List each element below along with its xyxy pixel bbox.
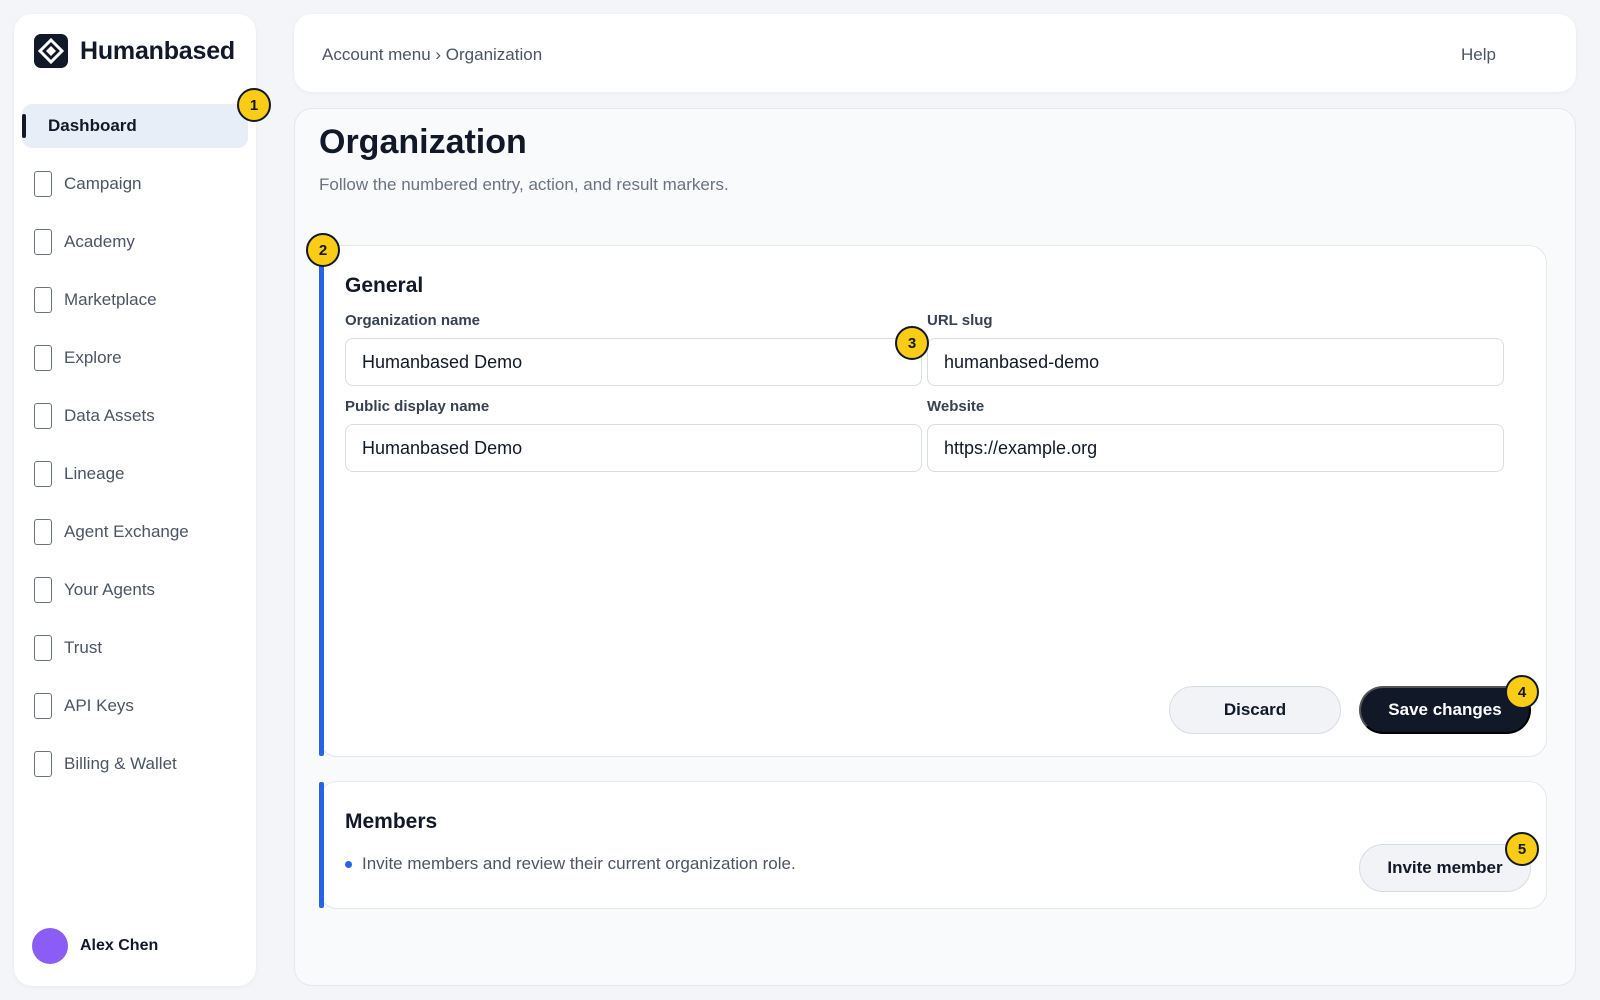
- user-profile[interactable]: Alex Chen: [32, 928, 158, 964]
- page-subtitle: Follow the numbered entry, action, and r…: [319, 175, 729, 194]
- page-icon: [34, 171, 52, 197]
- display-name-label: Public display name: [345, 398, 490, 415]
- bullet-icon: [345, 860, 352, 868]
- general-title: General: [345, 274, 424, 297]
- sidebar-item-label: Marketplace: [64, 290, 157, 309]
- page-icon: [34, 403, 52, 429]
- sidebar-item-your-agents[interactable]: Your Agents: [22, 568, 248, 612]
- user-name: Alex Chen: [80, 937, 159, 954]
- diamond-logo-icon: [34, 34, 68, 68]
- sidebar-item-academy[interactable]: Academy: [22, 220, 248, 264]
- step-marker-4: 4: [1505, 675, 1539, 709]
- members-description: Invite members and review their current …: [362, 854, 796, 873]
- brand[interactable]: Humanbased: [34, 34, 235, 68]
- avatar: [32, 928, 68, 964]
- sidebar-nav: Dashboard Campaign Academy Marketplace E…: [22, 104, 248, 800]
- members-card: Members Invite members and review their …: [319, 781, 1547, 909]
- sidebar-item-label: Your Agents: [64, 580, 156, 599]
- sidebar-item-lineage[interactable]: Lineage: [22, 452, 248, 496]
- sidebar-item-data-assets[interactable]: Data Assets: [22, 394, 248, 438]
- page-icon: [34, 635, 52, 661]
- sidebar-item-label: Data Assets: [64, 406, 155, 425]
- members-description-row: Invite members and review their current …: [345, 854, 796, 874]
- sidebar-item-label: Agent Exchange: [64, 522, 189, 541]
- brand-name: Humanbased: [80, 36, 235, 65]
- page-title: Organization: [319, 123, 527, 161]
- sidebar-item-label: Billing & Wallet: [64, 754, 177, 773]
- sidebar-item-label: Campaign: [64, 174, 142, 193]
- general-card: General Organization name Humanbased Dem…: [319, 245, 1547, 757]
- org-name-input[interactable]: Humanbased Demo: [345, 338, 922, 386]
- display-name-input[interactable]: Humanbased Demo: [345, 424, 922, 472]
- website-label: Website: [927, 398, 985, 415]
- sidebar-item-marketplace[interactable]: Marketplace: [22, 278, 248, 322]
- main-panel: Organization Follow the numbered entry, …: [294, 108, 1576, 986]
- help-link[interactable]: Help: [1461, 45, 1496, 65]
- sidebar-item-label: Trust: [64, 638, 103, 657]
- discard-button[interactable]: Discard: [1169, 686, 1341, 734]
- website-input[interactable]: https://example.org: [927, 424, 1504, 472]
- step-marker-2: 2: [306, 233, 340, 267]
- page-icon: [34, 751, 52, 777]
- card-accent-bar: [319, 782, 324, 908]
- step-marker-1: 1: [237, 88, 271, 122]
- sidebar-item-billing-wallet[interactable]: Billing & Wallet: [22, 742, 248, 786]
- sidebar: Humanbased Dashboard Campaign Academy Ma…: [14, 14, 256, 986]
- top-bar: Account menu › Organization Help: [294, 14, 1576, 92]
- page-icon: [34, 693, 52, 719]
- step-marker-5: 5: [1505, 832, 1539, 866]
- sidebar-item-label: Academy: [64, 232, 135, 251]
- sidebar-item-label: Dashboard: [48, 116, 137, 135]
- page-icon: [34, 519, 52, 545]
- sidebar-item-label: Explore: [64, 348, 122, 367]
- sidebar-item-agent-exchange[interactable]: Agent Exchange: [22, 510, 248, 554]
- sidebar-item-explore[interactable]: Explore: [22, 336, 248, 380]
- url-slug-label: URL slug: [927, 312, 993, 329]
- sidebar-item-label: Lineage: [64, 464, 125, 483]
- breadcrumb[interactable]: Account menu › Organization: [322, 45, 542, 65]
- url-slug-input[interactable]: humanbased-demo: [927, 338, 1504, 386]
- page-icon: [34, 287, 52, 313]
- sidebar-item-label: API Keys: [64, 696, 134, 715]
- sidebar-item-api-keys[interactable]: API Keys: [22, 684, 248, 728]
- sidebar-item-campaign[interactable]: Campaign: [22, 162, 248, 206]
- sidebar-item-dashboard[interactable]: Dashboard: [22, 104, 248, 148]
- sidebar-item-trust[interactable]: Trust: [22, 626, 248, 670]
- step-marker-3: 3: [895, 326, 929, 360]
- org-name-label: Organization name: [345, 312, 481, 329]
- page-icon: [34, 577, 52, 603]
- page-icon: [34, 229, 52, 255]
- page-icon: [34, 461, 52, 487]
- card-accent-bar: [319, 246, 324, 756]
- members-title: Members: [345, 810, 438, 833]
- page-icon: [34, 345, 52, 371]
